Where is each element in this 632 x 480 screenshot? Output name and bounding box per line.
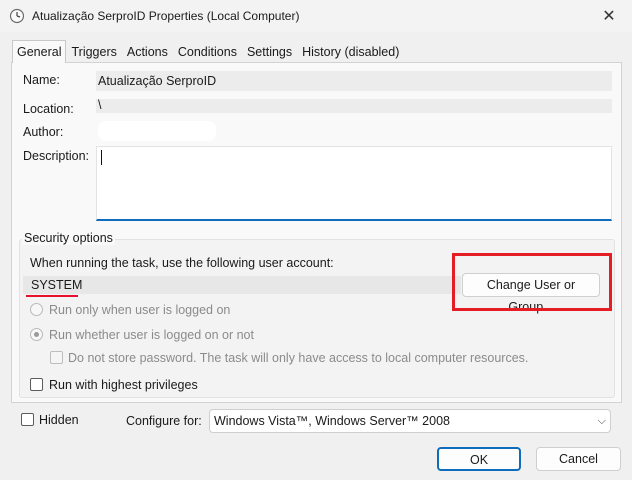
window-title: Atualização SerproID Properties (Local C… [32,9,300,23]
no-store-password-checkbox[interactable] [50,351,63,364]
tab-strip: General Triggers Actions Conditions Sett… [12,40,404,63]
description-label: Description: [23,149,89,163]
location-label: Location: [23,102,74,116]
tab-general[interactable]: General [12,40,67,63]
text-caret [101,150,102,165]
annotation-highlight-box [452,253,612,311]
title-bar: Atualização SerproID Properties (Local C… [0,0,632,32]
configure-for-value: Windows Vista™, Windows Server™ 2008 [214,414,450,428]
hidden-checkbox[interactable] [21,413,34,426]
tab-actions[interactable]: Actions [122,41,173,63]
annotation-underline [26,295,78,297]
tab-conditions[interactable]: Conditions [173,41,242,63]
account-prompt: When running the task, use the following… [30,256,334,270]
no-store-password-label: Do not store password. The task will onl… [68,351,529,365]
close-icon: ✕ [602,8,616,25]
user-account-field: SYSTEM [23,276,461,294]
radio-logged-on-label: Run only when user is logged on [49,303,231,317]
radio-whether-logged-on[interactable] [30,328,43,341]
author-label: Author: [23,125,64,139]
tab-history[interactable]: History (disabled) [297,41,404,63]
configure-for-select[interactable]: Windows Vista™, Windows Server™ 2008 ⌵ [209,409,611,433]
ok-button[interactable]: OK [437,447,521,471]
tab-settings[interactable]: Settings [242,41,297,63]
name-label: Name: [23,73,60,87]
tab-triggers[interactable]: Triggers [66,41,121,63]
radio-whether-logged-on-label: Run whether user is logged on or not [49,328,254,342]
author-field-redacted [98,121,216,141]
hidden-label: Hidden [39,413,79,427]
highest-privileges-checkbox[interactable] [30,378,43,391]
security-options-title: Security options [22,231,115,245]
location-field[interactable]: \ [96,99,612,113]
description-input[interactable] [96,146,612,221]
chevron-down-icon: ⌵ [597,415,606,427]
general-tab-panel: Name: Atualização SerproID Location: \ A… [11,62,622,403]
highest-privileges-label: Run with highest privileges [49,378,198,392]
cancel-button[interactable]: Cancel [536,447,621,471]
configure-for-label: Configure for: [126,414,202,428]
close-button[interactable]: ✕ [586,0,632,32]
name-field[interactable]: Atualização SerproID [96,71,612,91]
clock-icon [9,8,25,24]
radio-logged-on[interactable] [30,303,43,316]
